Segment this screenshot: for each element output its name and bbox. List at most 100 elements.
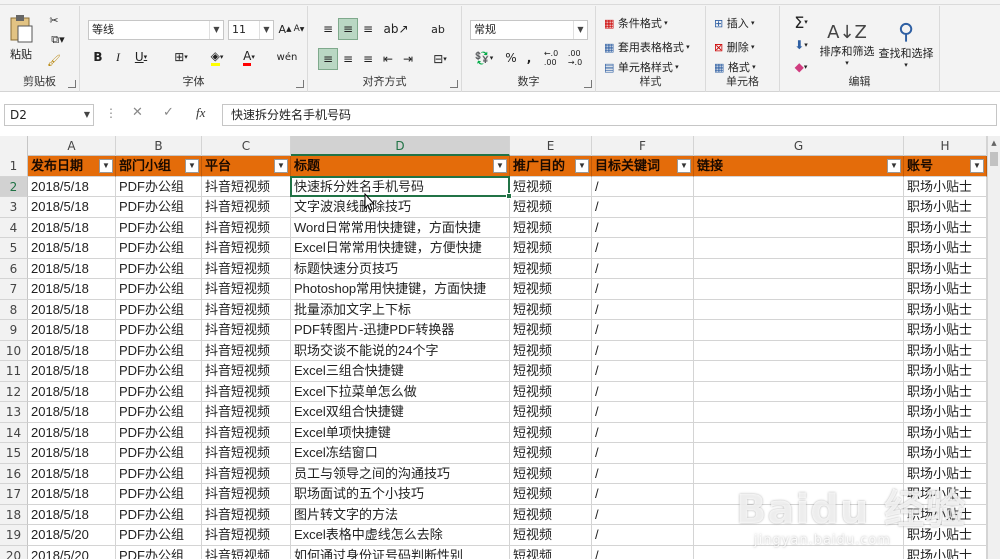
cell[interactable]: PDF办公组 (116, 238, 202, 259)
cell[interactable]: 短视频 (510, 381, 592, 402)
decrease-decimal-button[interactable]: .00 →.0 (564, 48, 586, 68)
row-header[interactable]: 13 (0, 402, 28, 423)
cell[interactable]: 文字波浪线删除技巧 (291, 197, 510, 218)
cell[interactable]: / (592, 422, 694, 443)
cell[interactable]: 职场小贴士 (904, 381, 987, 402)
cell[interactable]: 标题快速分页技巧 (291, 258, 510, 279)
cell[interactable]: PDF办公组 (116, 340, 202, 361)
conditional-format-button[interactable]: ▦ 条件格式 ▾ (604, 14, 668, 32)
font-color-button[interactable]: A ▾ (236, 48, 262, 66)
cell[interactable]: 职场小贴士 (904, 545, 987, 559)
row-header[interactable]: 20 (0, 545, 28, 559)
cell[interactable]: 2018/5/18 (28, 320, 116, 341)
cell[interactable]: 抖音短视频 (202, 443, 291, 464)
cell[interactable] (694, 463, 904, 484)
cell[interactable]: 短视频 (510, 484, 592, 505)
cell[interactable]: / (592, 545, 694, 559)
cell[interactable] (694, 238, 904, 259)
cell[interactable]: Excel日常常用快捷键，方便快捷 (291, 238, 510, 259)
cell[interactable]: 职场小贴士 (904, 361, 987, 382)
fill-handle[interactable] (506, 193, 512, 199)
cell[interactable]: 职场小贴士 (904, 320, 987, 341)
cell[interactable] (694, 545, 904, 559)
cell[interactable]: 职场小贴士 (904, 422, 987, 443)
cell[interactable]: 抖音短视频 (202, 299, 291, 320)
formula-input[interactable]: 快速拆分姓名手机号码 (222, 104, 997, 126)
cell[interactable]: 2018/5/18 (28, 443, 116, 464)
paste-button[interactable]: 粘贴 (6, 10, 36, 66)
row-header[interactable]: 8 (0, 299, 28, 320)
cell[interactable] (694, 299, 904, 320)
cell[interactable]: 抖音短视频 (202, 545, 291, 559)
cell[interactable]: PDF办公组 (116, 176, 202, 197)
cell[interactable]: 抖音短视频 (202, 217, 291, 238)
filter-dropdown-icon[interactable]: ▼ (493, 159, 507, 173)
cell[interactable]: / (592, 525, 694, 546)
decrease-indent-button[interactable]: ⇤ (378, 48, 398, 70)
header-cell[interactable]: 发布日期 ▼ (28, 156, 116, 177)
cell[interactable]: 短视频 (510, 402, 592, 423)
cell[interactable]: 职场小贴士 (904, 484, 987, 505)
column-header-f[interactable]: F (592, 136, 694, 156)
header-cell[interactable]: 账号 ▼ (904, 156, 987, 177)
cell[interactable]: 快速拆分姓名手机号码 (291, 176, 510, 197)
cell[interactable]: 职场面试的五个小技巧 (291, 484, 510, 505)
cell[interactable]: PDF办公组 (116, 381, 202, 402)
filter-dropdown-icon[interactable]: ▼ (970, 159, 984, 173)
row-header[interactable]: 4 (0, 217, 28, 238)
cell[interactable]: Excel表格中虚线怎么去除 (291, 525, 510, 546)
sort-filter-button[interactable]: A↓Z 排序和筛选 ▾ (818, 12, 876, 76)
row-header[interactable]: 15 (0, 443, 28, 464)
row-header[interactable]: 11 (0, 361, 28, 382)
format-painter-button[interactable]: 🖌 (44, 52, 64, 68)
cell[interactable]: 短视频 (510, 443, 592, 464)
row-header[interactable]: 9 (0, 320, 28, 341)
cell[interactable] (694, 217, 904, 238)
cell[interactable]: 职场小贴士 (904, 279, 987, 300)
cell[interactable]: PDF办公组 (116, 525, 202, 546)
cell[interactable]: / (592, 299, 694, 320)
accounting-format-button[interactable]: 💱 ▾ (470, 48, 498, 68)
cell[interactable] (694, 443, 904, 464)
cell[interactable]: PDF办公组 (116, 545, 202, 559)
increase-decimal-button[interactable]: ←.0.00 (540, 48, 562, 68)
cell[interactable]: 员工与领导之间的沟通技巧 (291, 463, 510, 484)
clipboard-launcher[interactable] (68, 80, 76, 88)
cell[interactable]: 抖音短视频 (202, 525, 291, 546)
header-cell[interactable]: 推广目的 ▼ (510, 156, 592, 177)
cell[interactable]: / (592, 217, 694, 238)
row-header[interactable]: 16 (0, 463, 28, 484)
cell[interactable] (694, 381, 904, 402)
cell[interactable]: 抖音短视频 (202, 238, 291, 259)
shrink-font-button[interactable]: A ▼ (292, 20, 306, 38)
cell[interactable]: 职场小贴士 (904, 340, 987, 361)
align-middle-button[interactable]: ≡ (338, 18, 358, 40)
cell[interactable]: 2018/5/18 (28, 238, 116, 259)
header-cell[interactable]: 平台 ▼ (202, 156, 291, 177)
cell[interactable]: 抖音短视频 (202, 258, 291, 279)
row-header[interactable]: 5 (0, 238, 28, 259)
number-launcher[interactable] (584, 80, 592, 88)
cell[interactable]: 职场小贴士 (904, 238, 987, 259)
cell[interactable]: 2018/5/18 (28, 197, 116, 218)
name-box[interactable]: D2 ▼ (4, 104, 94, 126)
filter-dropdown-icon[interactable]: ▼ (575, 159, 589, 173)
font-size-combo[interactable]: 11 ▼ (228, 20, 274, 40)
find-select-button[interactable]: ⚲ 查找和选择 ▾ (876, 12, 936, 76)
header-cell[interactable]: 部门小组 ▼ (116, 156, 202, 177)
cell[interactable]: / (592, 320, 694, 341)
cell[interactable]: PDF办公组 (116, 463, 202, 484)
header-cell[interactable]: 链接 ▼ (694, 156, 904, 177)
cell[interactable]: 短视频 (510, 176, 592, 197)
cell[interactable]: 抖音短视频 (202, 381, 291, 402)
cell[interactable]: 短视频 (510, 299, 592, 320)
cell[interactable]: 短视频 (510, 320, 592, 341)
column-header-a[interactable]: A (28, 136, 116, 156)
row-header[interactable]: 1 (0, 156, 28, 177)
number-format-combo[interactable]: 常规 ▼ (470, 20, 588, 40)
cell[interactable]: / (592, 176, 694, 197)
scroll-thumb[interactable] (990, 152, 998, 166)
cell[interactable]: 职场小贴士 (904, 197, 987, 218)
cell[interactable]: 职场小贴士 (904, 299, 987, 320)
insert-function-button[interactable]: fx (196, 105, 205, 121)
